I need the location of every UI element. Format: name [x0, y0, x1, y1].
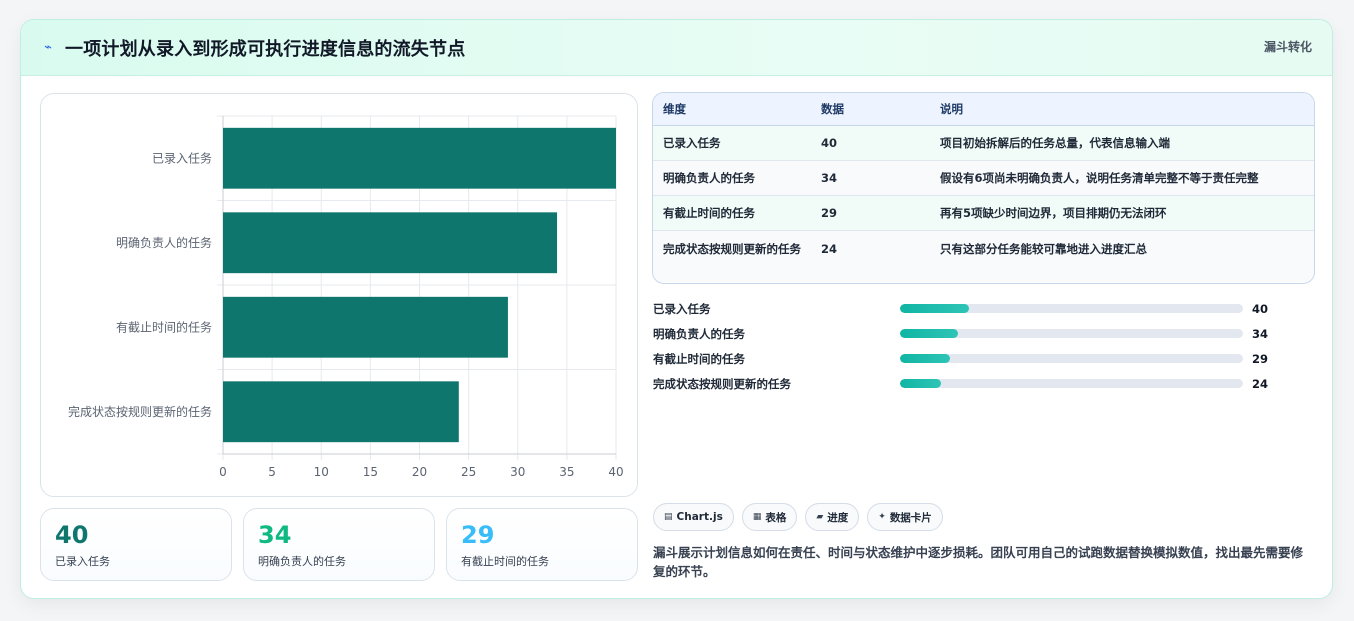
pill-label: 进度	[827, 511, 849, 524]
table-row: 完成状态按规则更新的任务 24 只有这部分任务能较可靠地进入进度汇总	[653, 230, 1314, 282]
table-cell: 假设有6项尚未明确负责人，说明任务清单完整不等于责任完整	[930, 160, 1314, 196]
progress-label: 明确负责人的任务	[653, 326, 745, 341]
table-cell: 已录入任务	[653, 125, 811, 161]
progress-value: 40	[1252, 301, 1269, 316]
progress-fill	[900, 329, 959, 338]
x-tick-label: 30	[510, 465, 525, 479]
bar-3	[223, 381, 459, 443]
x-tick-label: 25	[461, 465, 476, 479]
bar-0	[223, 127, 616, 189]
table-cell: 有截止时间的任务	[653, 195, 811, 231]
bar-1	[223, 212, 558, 274]
chart-svg: 已录入任务明确负责人的任务有截止时间的任务完成状态按规则更新的任务 0 5 10 15 2…	[68, 115, 624, 479]
progress-track	[900, 304, 1243, 313]
table-header-note: 说明	[930, 93, 1314, 126]
table-header-data: 数据	[811, 93, 930, 126]
table-cell: 明确负责人的任务	[653, 160, 811, 196]
x-tick-label: 20	[412, 465, 427, 479]
bar-2	[223, 296, 508, 358]
x-tick-label: 0	[219, 465, 227, 479]
category-label: 已录入任务	[152, 150, 212, 165]
pill-data-card[interactable]: ✦ 数据卡片	[867, 503, 943, 531]
table-row: 有截止时间的任务 29 再有5项缺少时间边界，项目排期仍无法闭环	[653, 195, 1314, 231]
table-header-row: 维度 数据 说明	[653, 93, 1314, 126]
stat-value: 29	[461, 521, 495, 549]
table-cell: 34	[811, 160, 930, 196]
x-tick-label: 10	[314, 465, 329, 479]
stat-value: 40	[55, 521, 89, 549]
category-label: 明确负责人的任务	[116, 235, 212, 250]
pill-label: 表格	[765, 511, 787, 524]
stat-label: 明确负责人的任务	[258, 555, 346, 568]
progress-label: 完成状态按规则更新的任务	[653, 376, 791, 391]
progress-fill	[900, 379, 942, 388]
pill-label: Chart.js	[676, 511, 723, 523]
stat-label: 已录入任务	[55, 555, 110, 568]
stat-card-owner: 34 明确负责人的任务	[243, 508, 435, 581]
progress-row: 有截止时间的任务 29	[653, 346, 1313, 371]
progress-fill	[900, 354, 950, 363]
stat-card-recorded: 40 已录入任务	[40, 508, 232, 581]
progress-track	[900, 379, 1243, 388]
table-row: 已录入任务 40 项目初始拆解后的任务总量，代表信息输入端	[653, 125, 1314, 161]
category-label: 完成状态按规则更新的任务	[68, 404, 212, 419]
progress-icon: ▰	[816, 512, 824, 522]
table-cell: 29	[811, 195, 930, 231]
title-wrap: ⌁ 一项计划从录入到形成可执行进度信息的流失节点	[41, 35, 465, 61]
pill-label: 数据卡片	[889, 511, 932, 524]
x-tick-label: 5	[268, 465, 276, 479]
progress-value: 29	[1252, 351, 1269, 366]
progress-track	[900, 354, 1243, 363]
progress-row: 已录入任务 40	[653, 296, 1313, 321]
table-header-dimension: 维度	[653, 93, 811, 126]
progress-value: 24	[1252, 376, 1269, 391]
category-tag: 漏斗转化	[1263, 40, 1312, 54]
progress-fill	[900, 304, 969, 313]
description-text: 漏斗展示计划信息如何在责任、时间与状态维护中逐步损耗。团队可用自己的试跑数据替换…	[653, 545, 1304, 579]
table-row: 明确负责人的任务 34 假设有6项尚未明确负责人，说明任务清单完整不等于责任完整	[653, 160, 1314, 196]
sparkle-icon: ✦	[878, 512, 886, 522]
page-title: 一项计划从录入到形成可执行进度信息的流失节点	[65, 38, 466, 60]
x-tick-label: 35	[559, 465, 574, 479]
category-label: 有截止时间的任务	[116, 319, 212, 334]
progress-value: 34	[1252, 326, 1269, 341]
stat-label: 有截止时间的任务	[461, 555, 549, 568]
table-cell: 40	[811, 125, 930, 161]
stat-card-deadline: 29 有截止时间的任务	[446, 508, 638, 581]
table-cell: 项目初始拆解后的任务总量，代表信息输入端	[930, 125, 1314, 161]
tech-pills: ▤ Chart.js ▦ 表格 ▰ 进度 ✦ 数据卡片	[653, 503, 943, 531]
card-header: ⌁ 一项计划从录入到形成可执行进度信息的流失节点 漏斗转化	[21, 20, 1332, 76]
progress-list: 已录入任务 40 明确负责人的任务 34 有截止时间的任务 29 完成状态按规则…	[653, 296, 1313, 396]
data-table: 维度 数据 说明 已录入任务 40 项目初始拆解后的任务总量，代表信息输入端 明…	[652, 92, 1315, 284]
progress-row: 明确负责人的任务 34	[653, 321, 1313, 346]
pill-chartjs[interactable]: ▤ Chart.js	[653, 503, 734, 531]
table-cell: 再有5项缺少时间边界，项目排期仍无法闭环	[930, 195, 1314, 231]
x-tick-label: 40	[608, 465, 623, 479]
funnel-bar-chart: 已录入任务明确负责人的任务 有截止时间的任务完成状态按规则更新的任务 0 5 10 15 2…	[40, 93, 638, 497]
lightning-icon: ⌁	[44, 40, 52, 55]
stat-value: 34	[258, 521, 292, 549]
progress-track	[900, 329, 1243, 338]
table-cell: 24	[811, 230, 930, 282]
pill-progress[interactable]: ▰ 进度	[805, 503, 860, 531]
progress-row: 完成状态按规则更新的任务 24	[653, 371, 1313, 396]
progress-label: 已录入任务	[653, 301, 711, 316]
table-cell: 完成状态按规则更新的任务	[653, 230, 811, 282]
pill-table[interactable]: ▦ 表格	[741, 503, 798, 531]
main-card: ⌁ 一项计划从录入到形成可执行进度信息的流失节点 漏斗转化 已录入任务 明确负责人…	[20, 19, 1333, 599]
table-cell: 只有这部分任务能较可靠地进入进度汇总	[930, 230, 1314, 282]
x-tick-label: 15	[363, 465, 378, 479]
progress-label: 有截止时间的任务	[653, 351, 745, 366]
chart-icon: ▤	[664, 512, 673, 522]
table-icon: ▦	[752, 512, 762, 522]
